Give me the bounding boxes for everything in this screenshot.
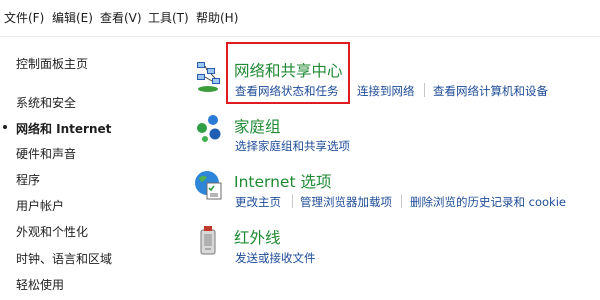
connect-to-network-link[interactable]: 连接到网络 <box>357 83 415 99</box>
link-separator <box>292 194 293 208</box>
sidebar-item-ease-of-access[interactable]: 轻松使用 <box>16 276 64 293</box>
internet-options-icon <box>193 168 225 206</box>
sidebar-item-programs[interactable]: 程序 <box>16 171 40 188</box>
change-homepage-link[interactable]: 更改主页 <box>235 194 281 210</box>
infrared-title[interactable]: 红外线 <box>234 226 281 248</box>
infrared-icon <box>197 224 221 262</box>
manage-addons-link[interactable]: 管理浏览器加载项 <box>300 194 392 210</box>
delete-browsing-history-link[interactable]: 删除浏览的历史记录和 cookie <box>410 194 566 210</box>
internet-options-title[interactable]: Internet 选项 <box>234 170 331 192</box>
network-icon <box>194 58 226 98</box>
sidebar-item-system-security[interactable]: 系统和安全 <box>16 94 76 111</box>
sidebar-item-appearance[interactable]: 外观和个性化 <box>16 223 88 240</box>
red-highlight-box <box>226 42 350 104</box>
menu-tools[interactable]: 工具(T) <box>148 9 189 26</box>
menu-bar: 文件(F) 编辑(E) 查看(V) 工具(T) 帮助(H) <box>0 0 600 37</box>
menu-file[interactable]: 文件(F) <box>4 9 44 26</box>
link-separator <box>424 83 425 97</box>
active-indicator-bullet <box>3 125 7 129</box>
view-network-computers-link[interactable]: 查看网络计算机和设备 <box>433 83 548 99</box>
sidebar-item-network-internet[interactable]: 网络和 Internet <box>16 120 111 137</box>
link-separator <box>401 194 402 208</box>
sidebar-home-link[interactable]: 控制面板主页 <box>16 55 88 72</box>
send-receive-files-link[interactable]: 发送或接收文件 <box>235 250 316 266</box>
homegroup-title[interactable]: 家庭组 <box>234 115 281 137</box>
sidebar-item-user-accounts[interactable]: 用户帐户 <box>16 197 64 214</box>
homegroup-sharing-options-link[interactable]: 选择家庭组和共享选项 <box>235 138 350 154</box>
menu-view[interactable]: 查看(V) <box>100 9 142 26</box>
menu-edit[interactable]: 编辑(E) <box>52 9 93 26</box>
menu-help[interactable]: 帮助(H) <box>196 9 238 26</box>
sidebar-item-clock-language[interactable]: 时钟、语言和区域 <box>16 250 112 267</box>
sidebar-item-hardware-sound[interactable]: 硬件和声音 <box>16 145 76 162</box>
homegroup-icon <box>196 113 224 147</box>
